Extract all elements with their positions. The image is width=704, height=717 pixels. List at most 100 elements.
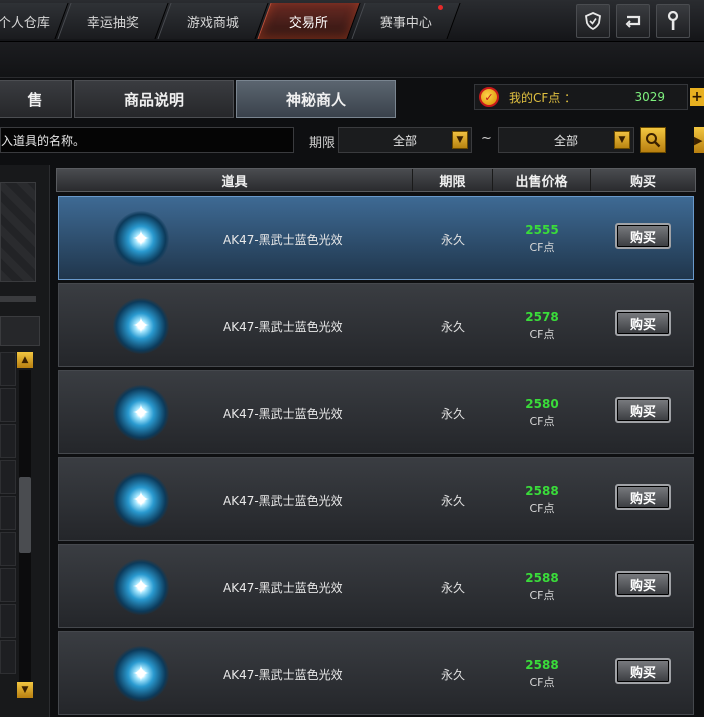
period-to-select[interactable]: 全部 ▼	[498, 127, 634, 153]
item-period: 永久	[441, 233, 466, 247]
cf-points-value: 3029	[634, 90, 665, 104]
tab-item-description[interactable]: 商品说明	[74, 80, 234, 118]
category-slot[interactable]	[0, 568, 16, 602]
buy-button[interactable]: 购买	[615, 310, 671, 336]
scroll-down-button[interactable]: ▼	[17, 682, 33, 698]
tab-label: 幸运抽奖	[86, 15, 139, 31]
item-price: 2588	[525, 571, 559, 585]
shield-icon	[585, 12, 601, 30]
item-price: 2578	[525, 310, 559, 324]
search-button[interactable]	[640, 127, 666, 153]
item-price: 2588	[525, 658, 559, 672]
item-name: AK47-黑武士蓝色光效	[223, 407, 343, 421]
tab-event-center[interactable]: 赛事中心	[351, 3, 461, 39]
item-period: 永久	[441, 320, 466, 334]
period-from-select[interactable]: 全部 ▼	[338, 127, 472, 153]
chevron-down-icon: ▼	[614, 131, 630, 149]
item-period: 永久	[441, 494, 466, 508]
item-price: 2588	[525, 484, 559, 498]
blue-effect-icon: ✦	[113, 646, 169, 702]
scrollbar-thumb[interactable]	[19, 477, 31, 553]
tab-label: 售	[27, 90, 43, 109]
item-name: AK47-黑武士蓝色光效	[223, 581, 343, 595]
buy-button[interactable]: 购买	[615, 658, 671, 684]
category-slot[interactable]	[0, 388, 16, 422]
item-price: 2580	[525, 397, 559, 411]
buy-button[interactable]: 购买	[615, 571, 671, 597]
range-tilde: ~	[481, 131, 492, 146]
table-row[interactable]: ✦ AK47-黑武士蓝色光效 永久 2555 CF点 购买	[58, 196, 694, 280]
table-row[interactable]: ✦ AK47-黑武士蓝色光效 永久 2588 CF点 购买	[58, 544, 694, 628]
search-input[interactable]: 入道具的名称。	[0, 127, 294, 153]
return-button[interactable]	[616, 4, 650, 38]
return-icon	[625, 15, 641, 28]
tab-label: 商品说明	[123, 90, 184, 109]
select-value: 全部	[553, 133, 578, 148]
table-row[interactable]: ✦ AK47-黑武士蓝色光效 永久 2578 CF点 购买	[58, 283, 694, 367]
price-unit: CF点	[529, 415, 555, 428]
table-header: 道具 期限 出售价格 购买	[56, 168, 696, 192]
tab-label: 个人仓库	[0, 15, 50, 31]
table-row[interactable]: ✦ AK47-黑武士蓝色光效 永久 2588 CF点 购买	[58, 457, 694, 541]
item-name: AK47-黑武士蓝色光效	[223, 668, 343, 682]
category-slot[interactable]	[0, 352, 16, 386]
shield-button[interactable]	[576, 4, 610, 38]
tab-sell[interactable]: 售	[0, 80, 72, 118]
item-preview	[0, 182, 36, 282]
search-icon	[646, 133, 661, 148]
price-unit: CF点	[529, 676, 555, 689]
tab-mystery-merchant[interactable]: 神秘商人	[236, 80, 396, 118]
buy-button[interactable]: 购买	[615, 397, 671, 423]
item-name: AK47-黑武士蓝色光效	[223, 233, 343, 247]
category-slot[interactable]	[0, 496, 16, 530]
blue-effect-icon: ✦	[113, 211, 169, 267]
chevron-right-icon: ▶	[694, 133, 703, 147]
price-unit: CF点	[529, 241, 555, 254]
category-slot[interactable]	[0, 604, 16, 638]
buy-button[interactable]: 购买	[615, 223, 671, 249]
category-slot[interactable]	[0, 424, 16, 458]
item-period: 永久	[441, 581, 466, 595]
search-placeholder: 入道具的名称。	[1, 133, 86, 148]
cf-coin-icon: ✓	[479, 87, 499, 107]
column-header-period[interactable]: 期限	[413, 169, 493, 191]
item-period: 永久	[441, 407, 466, 421]
category-header	[0, 316, 40, 346]
column-header-price[interactable]: 出售价格	[493, 169, 591, 191]
category-slot[interactable]	[0, 460, 16, 494]
blue-effect-icon: ✦	[113, 559, 169, 615]
table-row[interactable]: ✦ AK47-黑武士蓝色光效 永久 2588 CF点 购买	[58, 631, 694, 715]
toolbar-strip	[0, 42, 704, 78]
add-cf-button[interactable]: +	[690, 88, 704, 106]
tab-lucky-draw[interactable]: 幸运抽奖	[57, 3, 169, 39]
price-unit: CF点	[529, 328, 555, 341]
tab-game-mall[interactable]: 游戏商城	[157, 3, 269, 39]
price-unit: CF点	[529, 502, 555, 515]
period-label: 期限	[309, 136, 336, 151]
next-page-button[interactable]: ▶	[694, 127, 704, 153]
settings-button[interactable]	[656, 4, 690, 38]
category-slot[interactable]	[0, 532, 16, 566]
chevron-down-icon: ▼	[452, 131, 468, 149]
buy-button[interactable]: 购买	[615, 484, 671, 510]
cf-points-display: ✓ 我的CF点 ： 3029	[474, 84, 688, 110]
tab-label: 赛事中心	[379, 15, 432, 31]
scroll-up-button[interactable]: ▲	[17, 352, 33, 368]
table-row[interactable]: ✦ AK47-黑武士蓝色光效 永久 2580 CF点 购买	[58, 370, 694, 454]
category-slot[interactable]	[0, 640, 16, 674]
divider	[0, 296, 36, 302]
select-value: 全部	[392, 133, 417, 148]
item-name: AK47-黑武士蓝色光效	[223, 320, 343, 334]
blue-effect-icon: ✦	[113, 385, 169, 441]
blue-effect-icon: ✦	[113, 472, 169, 528]
tab-label: 交易所	[289, 15, 329, 31]
item-period: 永久	[441, 668, 466, 682]
tab-exchange[interactable]: 交易所	[257, 3, 361, 39]
wrench-icon	[667, 11, 679, 30]
chevron-down-icon: ▼	[21, 685, 29, 695]
cf-points-label: 我的CF点 ：	[509, 90, 577, 105]
item-price: 2555	[525, 223, 559, 237]
tab-label: 游戏商城	[186, 15, 239, 31]
chevron-up-icon: ▲	[21, 355, 29, 365]
column-header-item[interactable]: 道具	[57, 169, 413, 191]
